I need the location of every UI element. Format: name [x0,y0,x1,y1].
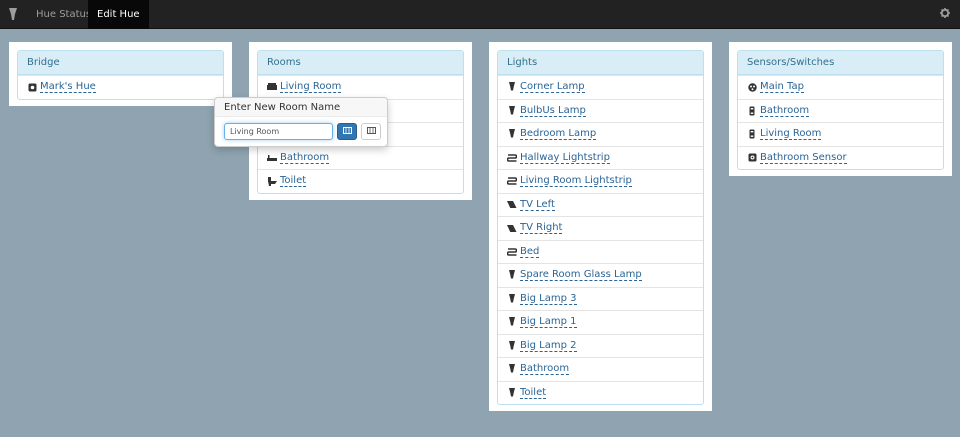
tab-edit-hue[interactable]: Edit Hue [88,0,149,29]
light-link[interactable]: BulbUs Lamp [520,105,586,117]
list-item: BulbUs Lamp [498,98,703,123]
sensor-link[interactable]: Bathroom Sensor [760,152,847,164]
light-link[interactable]: Big Lamp 3 [520,293,577,305]
sensors-panel: Sensors/Switches Main Tap Bathroom Livin… [737,50,944,170]
bulb-icon [507,82,517,92]
list-item: Big Lamp 3 [498,286,703,311]
list-item: Living Room [258,75,463,99]
sensors-card: Sensors/Switches Main Tap Bathroom Livin… [729,42,952,176]
list-item: TV Left [498,192,703,217]
toilet-icon [267,176,277,186]
light-link[interactable]: Bed [520,246,540,258]
bath-icon [267,153,277,163]
light-link[interactable]: Living Room Lightstrip [520,175,632,188]
light-link[interactable]: Big Lamp 2 [520,340,577,352]
lights-panel: Lights Corner Lamp BulbUs Lamp Bedroom Lam… [497,50,704,405]
light-link[interactable]: Spare Room Glass Lamp [520,269,642,282]
bulb-icon [507,364,517,374]
sensors-heading: Sensors/Switches [738,51,943,75]
sensor-link[interactable]: Living Room [760,128,822,141]
top-navbar: Hue Status Edit Hue [0,0,960,29]
rooms-heading: Rooms [258,51,463,75]
list-item: Main Tap [738,75,943,99]
lights-card: Lights Corner Lamp BulbUs Lamp Bedroom Lam… [489,42,712,411]
bridge-card: Bridge Mark's Hue [9,42,232,106]
list-item: Mark's Hue [18,75,223,99]
dimmer-switch-icon [747,106,757,116]
list-item: Toilet [498,380,703,405]
lightstrip-icon [507,153,517,163]
lights-heading: Lights [498,51,703,75]
bulb-icon [507,340,517,351]
list-item: TV Right [498,216,703,240]
list-item: Toilet [258,169,463,193]
light-link[interactable]: Big Lamp 1 [520,316,577,329]
light-link[interactable]: TV Left [520,199,555,211]
rename-room-popover: Enter New Room Name [214,97,388,147]
sofa-icon [267,82,277,92]
bulb-icon [507,317,517,327]
popover-header: Enter New Room Name [215,98,387,117]
list-item: Hallway Lightstrip [498,145,703,170]
list-item: Living Room [738,122,943,146]
bridge-name-link[interactable]: Mark's Hue [40,81,96,94]
list-item: Bathroom [258,145,463,170]
popover-title: Enter New Room Name [224,102,341,113]
list-item: Corner Lamp [498,75,703,99]
light-link[interactable]: Corner Lamp [520,81,585,94]
cancel-button[interactable] [361,123,381,140]
light-link[interactable]: Hallway Lightstrip [520,152,610,164]
spotlight-icon [507,223,517,233]
list-item: Spare Room Glass Lamp [498,263,703,287]
confirm-icon [342,126,352,137]
bulb-icon [507,105,517,116]
bridge-panel: Bridge Mark's Hue [17,50,224,100]
lightstrip-icon [507,176,517,186]
sensor-link[interactable]: Main Tap [760,81,804,94]
bridge-icon [27,82,37,92]
room-link[interactable]: Living Room [280,81,342,94]
hue-logo-icon[interactable] [8,7,18,22]
room-name-input[interactable] [224,123,333,140]
bridge-heading: Bridge [18,51,223,75]
room-link[interactable]: Bathroom [280,152,330,164]
list-item: Bathroom [738,98,943,123]
light-link[interactable]: Bedroom Lamp [520,128,597,141]
confirm-button[interactable] [337,123,357,140]
list-item: Big Lamp 2 [498,333,703,358]
motion-sensor-icon [747,153,757,163]
list-item: Bedroom Lamp [498,122,703,146]
bulb-icon [507,129,517,139]
tap-switch-icon [747,82,757,92]
list-item: Bathroom [498,357,703,381]
bulb-icon [507,293,517,304]
lightstrip-icon [507,247,517,257]
light-link[interactable]: TV Right [520,222,563,235]
bulb-icon [507,387,517,398]
list-item: Big Lamp 1 [498,310,703,334]
sensor-link[interactable]: Bathroom [760,105,810,117]
dimmer-switch-icon [747,129,757,139]
bulb-icon [507,270,517,280]
list-item: Living Room Lightstrip [498,169,703,193]
list-item: Bathroom Sensor [738,145,943,170]
cancel-icon [366,126,376,137]
list-item: Bed [498,239,703,264]
gear-icon[interactable] [940,8,952,20]
room-link[interactable]: Toilet [280,175,307,188]
light-link[interactable]: Toilet [520,387,547,399]
light-link[interactable]: Bathroom [520,363,570,376]
spotlight-icon [507,200,517,210]
